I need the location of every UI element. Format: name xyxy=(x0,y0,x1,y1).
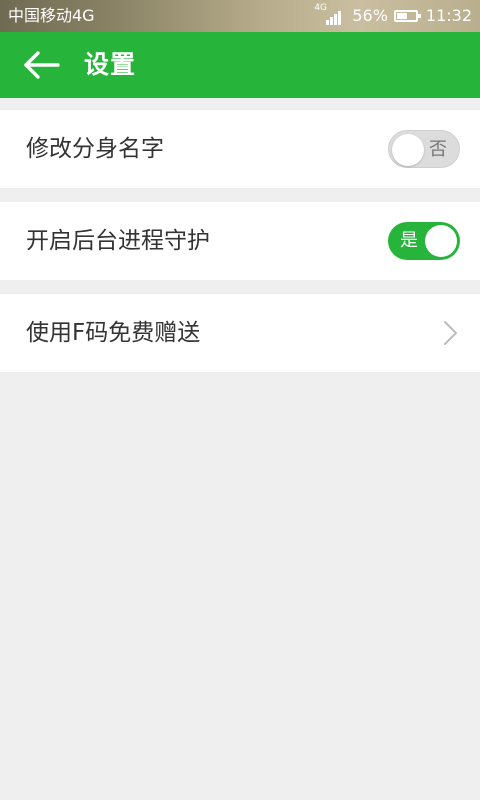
chevron-right-icon xyxy=(444,321,457,345)
page-title: 设置 xyxy=(84,50,137,79)
settings-list: 修改分身名字 否 开启后台进程守护 是 使用F码免费赠送 xyxy=(0,110,480,386)
setting-label: 使用F码免费赠送 xyxy=(26,320,201,346)
carrier-name: 中国移动4G xyxy=(8,6,95,25)
setting-label: 开启后台进程守护 xyxy=(26,228,210,254)
toggle-knob xyxy=(392,134,424,166)
background-guard-toggle[interactable]: 是 xyxy=(388,222,460,260)
setting-background-guard[interactable]: 开启后台进程守护 是 xyxy=(0,202,480,280)
battery-icon xyxy=(393,10,421,22)
status-icons: 4G 56% 11:32 xyxy=(314,3,472,26)
toggle-knob xyxy=(425,225,457,257)
clock: 11:32 xyxy=(425,6,472,25)
signal-bars-icon: 4G xyxy=(314,3,342,26)
rename-clone-toggle[interactable]: 否 xyxy=(388,130,460,168)
setting-f-code-gift[interactable]: 使用F码免费赠送 xyxy=(0,294,480,372)
toggle-state-text: 是 xyxy=(400,230,418,251)
back-button[interactable] xyxy=(20,47,64,83)
setting-rename-clone[interactable]: 修改分身名字 否 xyxy=(0,110,480,188)
toggle-state-text: 否 xyxy=(429,139,447,160)
status-bar: 中国移动4G 4G 56% 11:32 xyxy=(0,0,480,32)
network-type-label: 4G xyxy=(314,3,328,13)
setting-label: 修改分身名字 xyxy=(26,136,164,162)
title-bar: 设置 xyxy=(0,32,480,98)
arrow-left-icon xyxy=(24,51,60,79)
battery-percent: 56% xyxy=(352,6,388,25)
battery-level-fill xyxy=(396,13,407,19)
